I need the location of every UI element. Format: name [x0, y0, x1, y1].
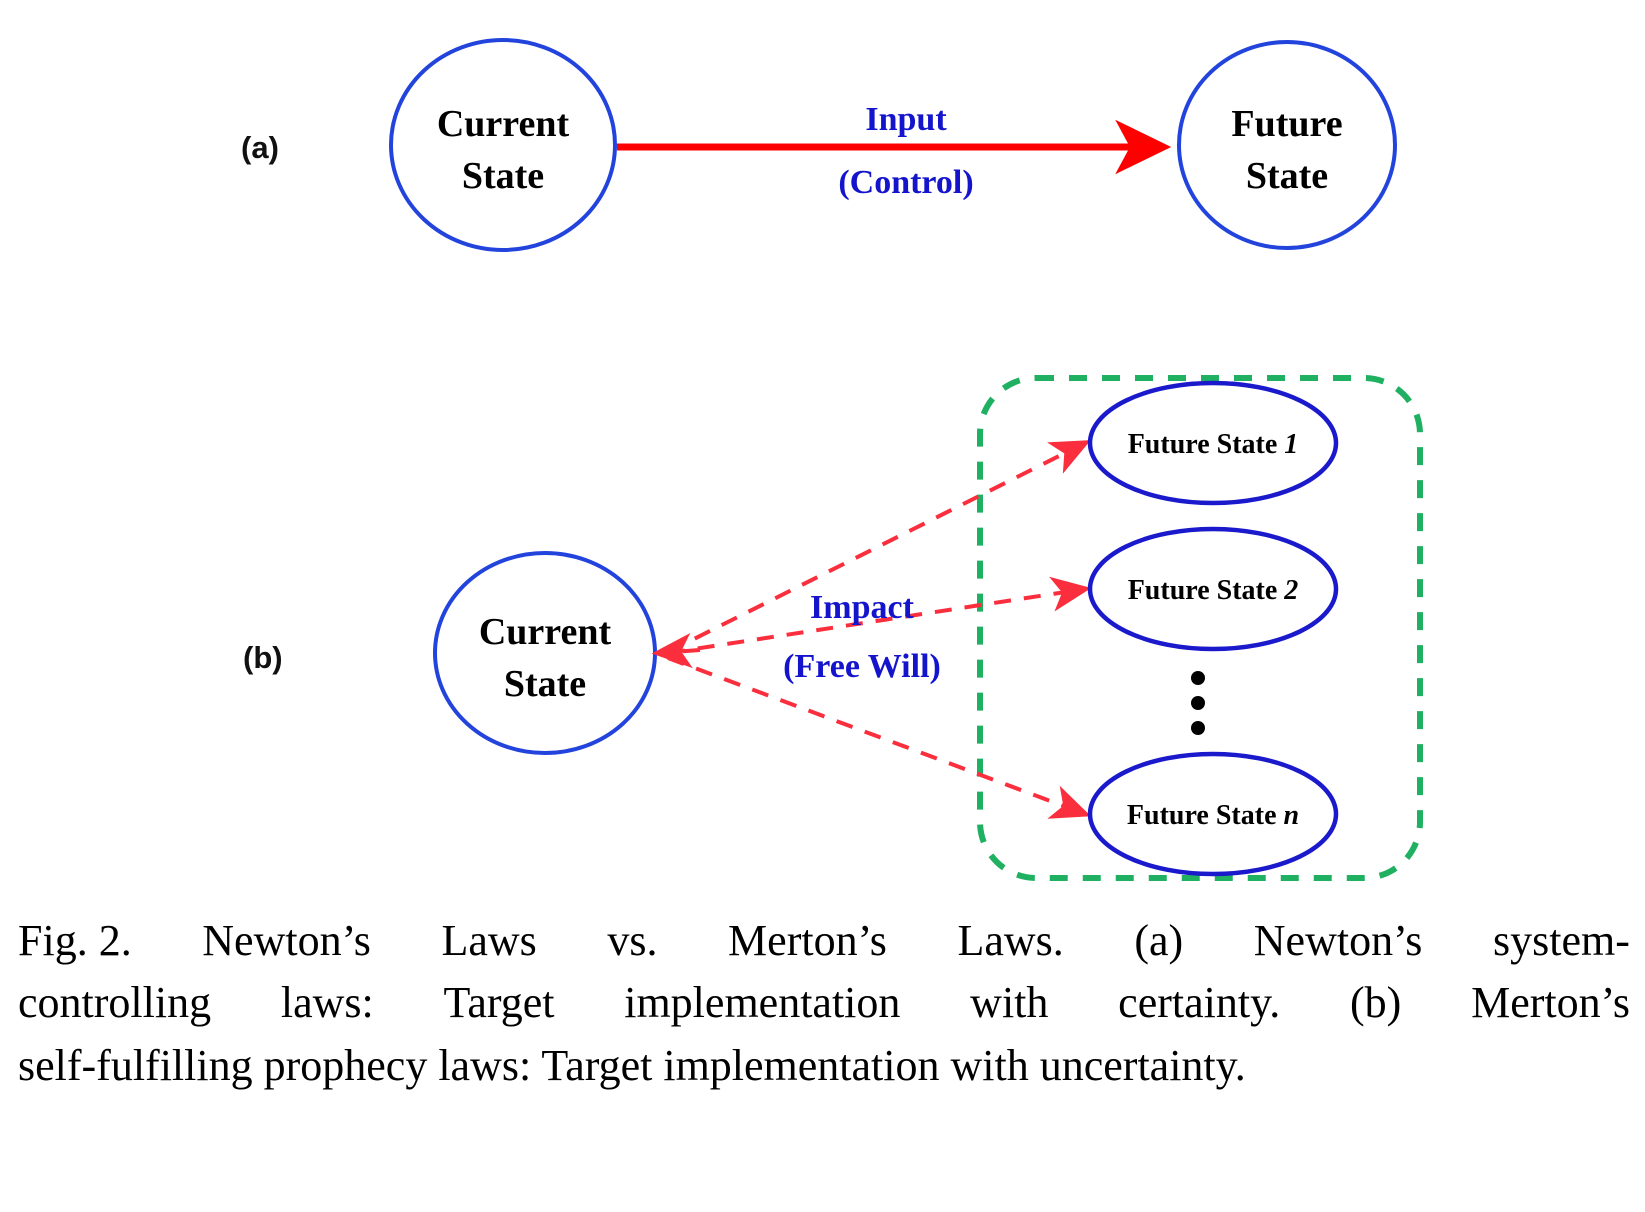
panel-a-current-state-label-line1: Current: [437, 103, 570, 145]
caption-w-1-6: Laws.: [957, 916, 1064, 965]
caption-w-1-8: Newton’s: [1253, 916, 1423, 965]
panel-b-future-state-text-n: Future State: [1127, 800, 1284, 831]
caption-line-3: self-fulfilling prophecy laws: Target im…: [18, 1040, 1246, 1090]
panel-b-future-state-label-2: Future State 2: [1128, 575, 1299, 606]
panel-b-future-state-index-n: n: [1284, 800, 1300, 831]
caption-w-2-5: with: [970, 978, 1049, 1028]
panel-b-future-state-text-2: Future State: [1128, 575, 1285, 606]
panel-b-future-state-text-1: Future State: [1128, 429, 1285, 460]
panel-b-future-state-index-2: 2: [1283, 575, 1298, 606]
caption-w-2-8: Merton’s: [1471, 978, 1630, 1028]
panel-a-edge-label-line1: Input: [865, 101, 947, 138]
panel-b-current-state-node[interactable]: [433, 551, 657, 755]
caption-w-1-7: (a): [1134, 916, 1184, 965]
panel-b-current-state-label-line1: Current: [479, 611, 612, 653]
caption-w-1-2: Newton’s: [202, 916, 371, 965]
caption-line-2: controlling laws: Target implementation …: [18, 972, 1630, 1034]
caption-w-1-3: Laws: [441, 916, 537, 965]
panel-a-label: (a): [241, 130, 279, 165]
caption-w-1-5: Merton’s: [728, 916, 887, 965]
panel-b-current-state-label-line2: State: [504, 663, 586, 705]
panel-a-future-state-node[interactable]: [1177, 40, 1397, 250]
panel-b-label: (b): [243, 640, 283, 675]
panel-b-vertical-ellipsis: [1191, 671, 1205, 735]
figure-caption: Fig. 2. Newton’s Laws vs. Merton’s Laws.…: [18, 910, 1630, 1097]
caption-w-2-4: implementation: [624, 978, 901, 1028]
panel-a-edge-label-line2: (Control): [838, 164, 973, 201]
panel-a: (a) Current State Input (Control) Future…: [241, 38, 1397, 252]
panel-b: (b) Current State Impact (Free Will) Fut…: [243, 375, 1423, 881]
caption-w-2-1: controlling: [18, 978, 212, 1028]
panel-a-current-state-label-line2: State: [462, 155, 544, 197]
panel-b-edge-label-line2: (Free Will): [783, 648, 941, 685]
panel-a-future-state-label-line1: Future: [1231, 103, 1342, 145]
caption-w-2-7: (b): [1350, 978, 1402, 1028]
panel-b-future-state-label-1: Future State 1: [1128, 429, 1299, 460]
caption-w-2-6: certainty.: [1118, 978, 1281, 1028]
caption-w-2-2: laws:: [280, 978, 374, 1028]
panel-a-future-state-label-line2: State: [1246, 155, 1328, 197]
figure-canvas: (a) Current State Input (Control) Future…: [241, 38, 1423, 881]
caption-w-2-3: Target: [443, 978, 555, 1028]
caption-w-1-1: Fig. 2.: [18, 916, 132, 965]
figure-page: (a) Current State Input (Control) Future…: [0, 0, 1645, 1212]
panel-b-future-state-label-n: Future State n: [1127, 800, 1299, 831]
panel-b-edge-label-line1: Impact: [810, 589, 915, 626]
caption-line-1: Fig. 2. Newton’s Laws vs. Merton’s Laws.…: [18, 910, 1630, 972]
panel-a-current-state-node[interactable]: [389, 38, 617, 252]
caption-w-1-9: system-: [1493, 916, 1630, 965]
panel-b-future-state-index-1: 1: [1284, 429, 1298, 460]
caption-w-1-4: vs.: [607, 916, 658, 965]
